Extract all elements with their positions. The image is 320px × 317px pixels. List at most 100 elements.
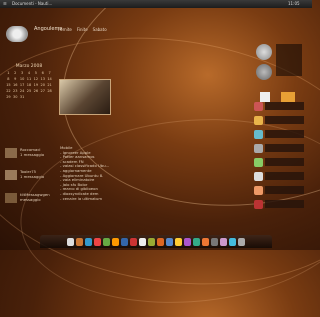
weather-day: Fornite [58, 27, 72, 32]
calendar-day[interactable]: 23 [12, 89, 19, 93]
weather-day: Finite [76, 27, 88, 32]
list-item[interactable] [254, 128, 304, 140]
calendar-title: Marzo 2008 [15, 64, 43, 69]
avatar [5, 193, 17, 203]
dock-app-icon[interactable] [121, 237, 128, 246]
dock-app-icon[interactable] [229, 237, 236, 246]
calendar-day[interactable]: 7 [46, 71, 53, 75]
dock-app-icon[interactable] [166, 237, 173, 246]
dock-app-icon[interactable] [103, 237, 110, 246]
dock-app-icon[interactable] [175, 237, 182, 246]
dock-app-icon[interactable] [76, 237, 83, 246]
calendar-day[interactable]: 24 [19, 89, 26, 93]
application-list [254, 100, 304, 212]
calendar-day[interactable]: 10 [19, 77, 26, 81]
contact-item[interactable]: Tooler75 1 messaggio [20, 169, 45, 179]
app-icon [254, 101, 263, 111]
calendar-day[interactable]: 29 [5, 95, 12, 99]
list-item[interactable] [254, 156, 304, 168]
calendar-day[interactable]: 1 [5, 71, 12, 75]
calendar-day[interactable]: 12 [32, 77, 39, 81]
list-item-label [265, 116, 304, 124]
calendar-day[interactable]: 11 [26, 77, 33, 81]
contact-status: 1 messaggio [20, 151, 45, 157]
calendar-day[interactable]: 2 [12, 71, 19, 75]
calendar-day[interactable]: 15 [5, 83, 12, 87]
app-icon [254, 171, 263, 181]
calendar-day[interactable]: 8 [5, 77, 12, 81]
dock-app-icon[interactable] [148, 237, 155, 246]
dock-app-icon[interactable] [85, 237, 92, 246]
dock-app-icon[interactable] [193, 237, 200, 246]
app-icon [254, 115, 263, 125]
list-item-label [265, 200, 304, 208]
photo-frame [59, 79, 111, 115]
list-item[interactable] [254, 100, 304, 112]
list-item[interactable] [254, 198, 304, 210]
list-item-label [265, 102, 304, 110]
weather-cloud-icon [6, 26, 28, 42]
window-title[interactable]: Documenti - Nauti... [12, 0, 52, 8]
calendar-day[interactable]: 18 [26, 83, 33, 87]
calendar-day[interactable]: 22 [5, 89, 12, 93]
calendar-day[interactable]: 13 [39, 77, 46, 81]
calendar-day[interactable]: 20 [39, 83, 46, 87]
app-icon [254, 199, 263, 209]
list-item-label [265, 186, 304, 194]
trash-icon[interactable] [238, 237, 245, 246]
dock-app-icon[interactable] [220, 237, 227, 246]
clock[interactable]: 11:05 [288, 0, 300, 8]
calendar-day[interactable]: 25 [26, 89, 33, 93]
avatar [5, 170, 17, 180]
calendar-day[interactable]: 30 [12, 95, 19, 99]
contact-status: 1 messaggio [20, 173, 45, 179]
dock-app-icon[interactable] [112, 237, 119, 246]
dock-app-icon[interactable] [184, 237, 191, 246]
dock-app-icon[interactable] [202, 237, 209, 246]
dock-app-icon[interactable] [211, 237, 218, 246]
contact-status: messaggio [20, 196, 41, 202]
app-icon [254, 185, 263, 195]
dock [40, 235, 272, 248]
list-item[interactable] [254, 170, 304, 182]
calendar-day[interactable]: 5 [32, 71, 39, 75]
list-item[interactable] [254, 184, 304, 196]
app-icon [254, 129, 263, 139]
weather-days: Fornite Finite Sabato [58, 27, 118, 32]
calendar-day[interactable]: 9 [12, 77, 19, 81]
dock-app-icon[interactable] [130, 237, 137, 246]
calendar-day[interactable]: 21 [46, 83, 53, 87]
app-icon [254, 143, 263, 153]
list-item[interactable] [254, 114, 304, 126]
clock-widget-icon [256, 44, 272, 60]
contact-item[interactable]: Roccomacl 1 messaggio [20, 147, 45, 157]
calendar-day[interactable]: 16 [12, 83, 19, 87]
top-panel: ☰ Documenti - Nauti... 11:05 [0, 0, 312, 8]
calendar-day[interactable]: 26 [32, 89, 39, 93]
contact-item[interactable]: tiltMessagwgen messaggio [20, 192, 50, 202]
calendar-day[interactable]: 3 [19, 71, 26, 75]
calendar-day[interactable]: 17 [19, 83, 26, 87]
calendar-day[interactable]: 6 [39, 71, 46, 75]
list-item-label [265, 130, 304, 138]
calendar-day[interactable]: 31 [19, 95, 26, 99]
list-item-label [265, 172, 304, 180]
dock-app-icon[interactable] [94, 237, 101, 246]
calendar-day[interactable]: 28 [46, 89, 53, 93]
gauge-widget-icon [256, 64, 272, 80]
note-line: - cenaire la ultimatum [60, 195, 103, 201]
list-item[interactable] [254, 142, 304, 154]
calendar-day[interactable]: 4 [26, 71, 33, 75]
calendar-day[interactable]: 19 [32, 83, 39, 87]
list-item-label [265, 144, 304, 152]
applications-menu-icon[interactable]: ☰ [3, 0, 7, 8]
dock-app-icon[interactable] [139, 237, 146, 246]
calendar-day[interactable]: 14 [46, 77, 53, 81]
notes-widget: Mobile - Ignoreer Apple - Potter aansamos -… [60, 145, 150, 201]
calendar-grid: 1 2 3 4 5 6 7 8 9 10 11 12 13 14 15 16 17 18 19 20 21 22 23 24 2… [5, 71, 53, 99]
avatar [5, 148, 17, 158]
calendar-day[interactable]: 27 [39, 89, 46, 93]
weather-day: Sabato [92, 27, 107, 32]
dock-app-icon[interactable] [157, 237, 164, 246]
dock-app-icon[interactable] [67, 237, 74, 246]
